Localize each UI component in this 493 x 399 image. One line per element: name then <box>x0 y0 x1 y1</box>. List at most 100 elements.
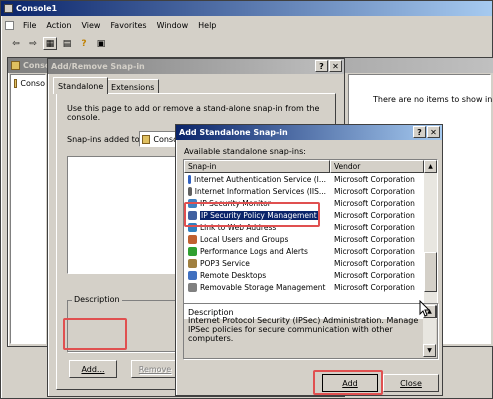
description-group: Description <box>67 295 179 352</box>
perf-icon <box>188 246 197 256</box>
snapin-name: Link to Web Address <box>200 222 277 232</box>
forward-icon[interactable]: ⇨ <box>26 37 40 50</box>
vendor-cell: Microsoft Corporation <box>334 282 415 292</box>
snapin-name: POP3 Service <box>200 258 250 268</box>
menu-bar: File Action View Favorites Window Help <box>1 17 492 34</box>
tab-standalone[interactable]: Standalone <box>53 77 109 94</box>
menu-favorites[interactable]: Favorites <box>110 21 146 30</box>
add-remove-title: Add/Remove Snap-in <box>51 62 145 71</box>
tree-item-console-root[interactable]: Conso <box>20 79 45 88</box>
tab-standalone-label: Standalone <box>58 81 104 91</box>
vendor-cell: Microsoft Corporation <box>334 186 415 196</box>
column-vendor[interactable]: Vendor <box>330 160 424 173</box>
export-list-icon[interactable]: ▤ <box>60 37 74 50</box>
snapins-list[interactable] <box>67 156 179 274</box>
folder-icon <box>11 61 20 70</box>
list-item[interactable]: IP Security Policy Management Microsoft C… <box>184 209 424 221</box>
tab-extensions-label: Extensions <box>111 82 155 92</box>
show-tree-icon[interactable]: ▦ <box>43 37 57 50</box>
list-item[interactable]: Remote Desktops Microsoft Corporation <box>184 269 424 281</box>
standalone-titlebar[interactable]: Add Standalone Snap-in ? ✕ <box>176 125 442 140</box>
console-titlebar[interactable]: Console1 <box>1 1 492 16</box>
vendor-cell: Microsoft Corporation <box>334 222 415 232</box>
scroll-up-icon[interactable]: ▲ <box>424 160 437 173</box>
close-button[interactable]: ✕ <box>427 126 440 138</box>
add-standalone-snapin-dialog: Add Standalone Snap-in ? ✕ Available sta… <box>175 124 443 396</box>
storage-icon <box>188 282 197 292</box>
console-menu-icon[interactable] <box>5 21 14 30</box>
remove-button-label: Remove <box>138 364 172 374</box>
vendor-cell: Microsoft Corporation <box>334 258 415 268</box>
list-item[interactable]: Performance Logs and Alerts Microsoft Cor… <box>184 245 424 257</box>
tab-extensions[interactable]: Extensions <box>106 79 160 94</box>
snapin-cell: Remote Desktops <box>184 270 326 280</box>
add-button-label: Add... <box>81 364 105 374</box>
list-item[interactable]: POP3 Service Microsoft Corporation <box>184 257 424 269</box>
properties-icon[interactable]: ▣ <box>94 37 108 50</box>
add-button[interactable]: Add <box>322 374 378 392</box>
vendor-cell: Microsoft Corporation <box>334 246 415 256</box>
snapin-name: Performance Logs and Alerts <box>200 246 308 256</box>
snapin-cell: IP Security Policy Management <box>184 210 326 220</box>
column-snapin-label: Snap-in <box>188 162 217 171</box>
description-label: Description <box>72 295 122 304</box>
users-icon <box>188 234 197 244</box>
folder-icon <box>14 79 18 88</box>
empty-message: There are no items to show in this v <box>373 95 493 104</box>
list-item[interactable]: Local Users and Groups Microsoft Corporat… <box>184 233 424 245</box>
snapin-cell: Internet Information Services (IIS... <box>184 186 326 196</box>
menu-window[interactable]: Window <box>157 21 189 30</box>
help-icon[interactable]: ? <box>77 37 91 50</box>
menu-action[interactable]: Action <box>46 21 71 30</box>
snapin-cell: Removable Storage Management <box>184 282 326 292</box>
snapin-name: Internet Information Services (IIS... <box>194 186 326 196</box>
list-item[interactable]: IP Security Monitor Microsoft Corporation <box>184 197 424 209</box>
snapin-name: IP Security Monitor <box>200 198 271 208</box>
column-vendor-label: Vendor <box>334 162 361 171</box>
snapins-added-dropdown[interactable]: Conso <box>139 131 179 147</box>
vendor-cell: Microsoft Corporation <box>334 270 415 280</box>
snapin-rows: Internet Authentication Service (I... Mic… <box>184 173 424 318</box>
console-title: Console1 <box>16 4 58 13</box>
snapin-cell: Performance Logs and Alerts <box>184 246 326 256</box>
menu-file[interactable]: File <box>23 21 36 30</box>
available-snapins-label: Available standalone snap-ins: <box>184 147 306 156</box>
scroll-thumb[interactable] <box>424 252 437 292</box>
vendor-cell: Microsoft Corporation <box>334 234 415 244</box>
snapin-cell: POP3 Service <box>184 258 326 268</box>
back-icon[interactable]: ⇦ <box>9 37 23 50</box>
menu-help[interactable]: Help <box>198 21 216 30</box>
list-scrollbar[interactable]: ▲ ▼ <box>424 160 437 318</box>
mmc-icon <box>4 4 13 13</box>
available-snapins-list[interactable]: Snap-in Vendor Internet Authentication S… <box>183 159 438 319</box>
list-item[interactable]: Internet Information Services (IIS... Mic… <box>184 185 424 197</box>
list-item[interactable]: Removable Storage Management Microsoft Co… <box>184 281 424 293</box>
close-dialog-button[interactable]: Close <box>383 374 439 392</box>
add-button[interactable]: Add... <box>69 360 117 378</box>
help-button[interactable]: ? <box>413 126 426 138</box>
add-button-label: Add <box>342 378 358 388</box>
list-item[interactable]: Internet Authentication Service (I... Mic… <box>184 173 424 185</box>
snapin-cell: Link to Web Address <box>184 222 326 232</box>
snapin-name: Remote Desktops <box>200 270 267 280</box>
list-header: Snap-in Vendor <box>184 160 424 173</box>
remove-button[interactable]: Remove <box>131 360 179 378</box>
description-text: Internet Protocol Security (IPSec) Admin… <box>188 316 419 343</box>
standalone-title: Add Standalone Snap-in <box>179 128 288 137</box>
vendor-cell: Microsoft Corporation <box>334 210 415 220</box>
ipsec-policy-icon <box>188 210 197 220</box>
menu-view[interactable]: View <box>81 21 100 30</box>
scroll-down-icon[interactable]: ▼ <box>423 344 436 357</box>
list-item[interactable]: Link to Web Address Microsoft Corporation <box>184 221 424 233</box>
pop3-icon <box>188 258 197 268</box>
intro-text: Use this page to add or remove a stand-a… <box>67 104 320 122</box>
tree-pane[interactable]: Conso <box>10 74 46 344</box>
snapin-name: Internet Authentication Service (I... <box>194 174 326 184</box>
help-button[interactable]: ? <box>315 60 328 72</box>
add-remove-titlebar[interactable]: Add/Remove Snap-in ? ✕ <box>48 59 344 74</box>
snapin-cell: Local Users and Groups <box>184 234 326 244</box>
vendor-cell: Microsoft Corporation <box>334 174 415 184</box>
close-button[interactable]: ✕ <box>329 60 342 72</box>
column-snapin[interactable]: Snap-in <box>184 160 330 173</box>
vendor-cell: Microsoft Corporation <box>334 198 415 208</box>
